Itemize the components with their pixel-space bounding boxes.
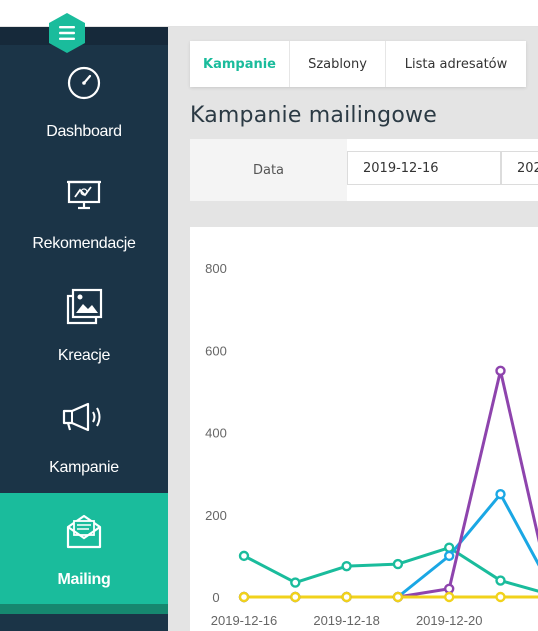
y-tick-label: 800: [205, 261, 227, 276]
open-envelope-icon: [0, 511, 168, 551]
x-tick-label: 2019-12-16: [211, 613, 278, 628]
active-indicator-bar: [0, 604, 168, 614]
data-point: [290, 577, 301, 588]
x-tick-label: 2019-12-20: [416, 613, 483, 628]
series-line: [244, 492, 538, 599]
sidebar-item-dashboard[interactable]: Dashboard: [0, 45, 168, 157]
sidebar-item-label: Rekomendacje: [32, 235, 136, 252]
sidebar-item-label: Mailing: [57, 571, 111, 588]
x-tick-label: 2019-12-18: [313, 613, 380, 628]
data-point: [495, 575, 506, 586]
data-point: [495, 488, 506, 500]
data-point: [341, 591, 352, 603]
data-point: [495, 365, 506, 377]
data-point: [444, 583, 455, 594]
y-tick-label: 600: [205, 343, 227, 358]
presentation-board-icon: [0, 175, 168, 215]
hamburger-menu-icon: [49, 13, 85, 53]
y-tick-label: 400: [205, 426, 227, 441]
data-point: [341, 560, 352, 572]
series-line: [243, 546, 538, 593]
sidebar-item-kreacje[interactable]: Kreacje: [0, 269, 168, 381]
data-point: [290, 591, 301, 603]
megaphone-icon: [0, 397, 168, 437]
data-point: [392, 558, 404, 570]
speedometer-icon: [0, 63, 168, 103]
data-point: [444, 550, 455, 562]
campaign-line-chart: 0 200 400 600 800 2019-12-16 2019-12-18 2019-12…: [205, 261, 538, 628]
menu-toggle-button[interactable]: [46, 11, 88, 55]
data-point: [444, 542, 455, 553]
data-point: [238, 550, 250, 562]
sidebar-item-label: Kreacje: [57, 347, 111, 364]
data-point: [495, 591, 506, 603]
y-tick-label: 200: [205, 508, 227, 523]
y-tick-label: 0: [212, 590, 219, 605]
sidebar-item-mailing[interactable]: Mailing: [0, 493, 168, 605]
image-gallery-icon: [0, 287, 168, 327]
data-point: [392, 591, 404, 603]
data-point: [444, 591, 455, 603]
sidebar-item-kampanie[interactable]: Kampanie: [0, 381, 168, 493]
data-point: [238, 591, 250, 603]
sidebar-item-label: Dashboard: [46, 123, 122, 140]
sidebar-item-label: Kampanie: [49, 459, 119, 476]
sidebar-item-rekomendacje[interactable]: Rekomendacje: [0, 157, 168, 269]
